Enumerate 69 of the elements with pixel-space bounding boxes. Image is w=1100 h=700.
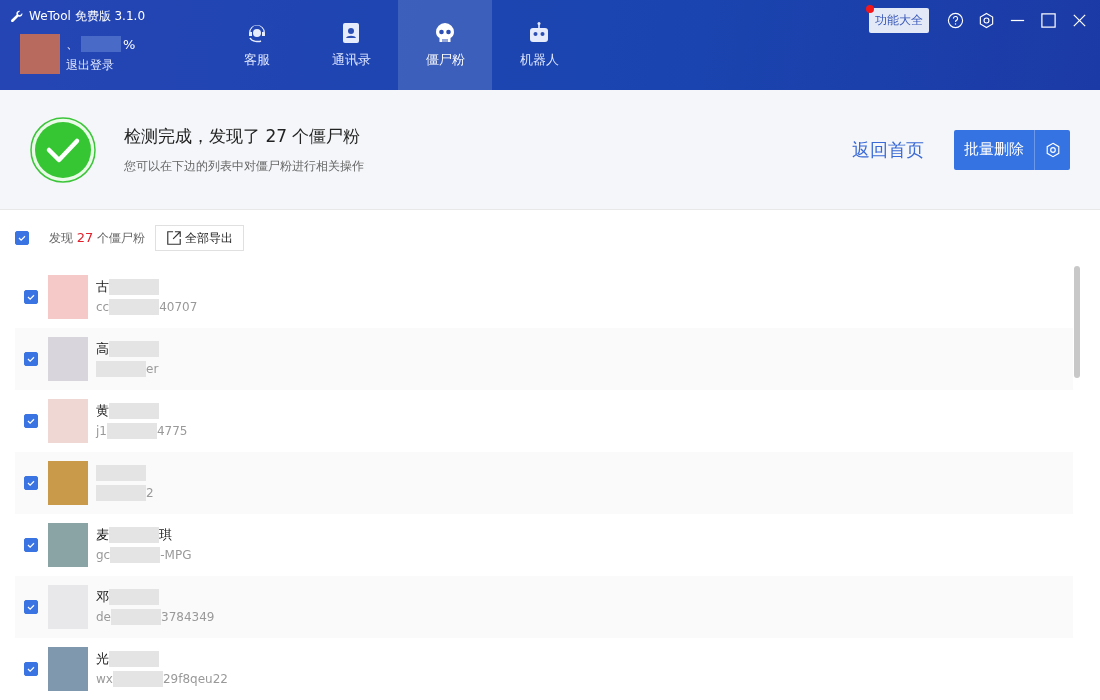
contact-checkbox[interactable] (24, 476, 38, 490)
delete-settings-button[interactable] (1034, 129, 1070, 170)
redaction-blur (106, 423, 157, 439)
avatar-placeholder (48, 461, 88, 505)
contact-name: 光 (96, 650, 109, 668)
redaction-blur (109, 279, 159, 295)
contact-name: 邓 (96, 588, 109, 606)
redaction-blur (81, 36, 121, 52)
skull-icon (433, 21, 457, 45)
contact-id: 40707 (159, 300, 198, 314)
contact-id: de (96, 610, 111, 624)
result-subtitle: 您可以在下边的列表中对僵尸粉进行相关操作 (124, 157, 364, 175)
user-name: 、 (66, 35, 79, 53)
maximize-icon[interactable] (1040, 11, 1057, 29)
help-icon[interactable] (947, 11, 964, 29)
settings-icon (1044, 141, 1061, 158)
contact-id: wx (96, 672, 113, 686)
contact-id: cc (96, 300, 110, 314)
contact-id: 29f8qeu22 (162, 672, 228, 686)
wrench-icon (10, 9, 24, 24)
nav-tab[interactable]: 僵尸粉 (398, 0, 492, 90)
contact-checkbox[interactable] (24, 600, 38, 614)
contact-id: 3784349 (161, 610, 215, 624)
contact-id: 2 (146, 486, 154, 500)
avatar-placeholder (48, 399, 88, 443)
contact-name: 高 (96, 340, 109, 358)
batch-delete-button[interactable]: 批量删除 (954, 129, 1034, 170)
contact-name: 琪 (159, 526, 172, 544)
settings-icon[interactable] (978, 11, 995, 29)
redaction-blur (109, 527, 159, 543)
redaction-blur (109, 403, 159, 419)
redaction-blur (109, 299, 160, 315)
contact-checkbox[interactable] (24, 414, 38, 428)
back-home-link[interactable]: 返回首页 (852, 137, 924, 162)
success-check-icon (30, 116, 96, 183)
redaction-blur (110, 547, 161, 563)
result-title: 检测完成，发现了 27 个僵尸粉 (124, 124, 362, 148)
nav-tab[interactable]: 客服 (210, 0, 304, 90)
contact-name: 古 (96, 278, 109, 296)
app-title: WeTool 免费版 3.1.0 (29, 8, 145, 25)
contact-id: er (146, 362, 159, 376)
avatar-placeholder (48, 523, 88, 567)
contact-id: j1 (96, 424, 107, 438)
contact-id: -MPG (160, 548, 192, 562)
features-button[interactable]: 功能大全 (869, 7, 929, 33)
contact-checkbox[interactable] (24, 290, 38, 304)
robot-icon (527, 21, 551, 45)
redaction-blur (112, 671, 163, 687)
logout-link[interactable]: 退出登录 (66, 58, 114, 72)
export-icon (166, 230, 183, 246)
avatar-placeholder (48, 647, 88, 691)
contact-id: gc (96, 548, 111, 562)
avatar-placeholder (48, 275, 88, 319)
redaction-blur (109, 651, 159, 667)
contact-checkbox[interactable] (24, 352, 38, 366)
contact-checkbox[interactable] (24, 662, 38, 676)
contact-id: 4775 (156, 424, 188, 438)
user-avatar (20, 34, 60, 74)
contact-name: 麦 (96, 526, 109, 544)
select-all-checkbox[interactable] (15, 231, 29, 245)
export-all-button[interactable]: 全部导出 (155, 225, 245, 251)
contact-name: 黄 (96, 402, 109, 420)
found-count-text: 发现 27 个僵尸粉 (49, 229, 146, 247)
scrollbar-thumb[interactable] (1074, 266, 1080, 378)
avatar-placeholder (48, 337, 88, 381)
nav-tab[interactable]: 机器人 (492, 0, 586, 90)
user-name: % (123, 36, 136, 52)
nav-tab[interactable]: 通讯录 (304, 0, 398, 90)
contact-checkbox[interactable] (24, 538, 38, 552)
